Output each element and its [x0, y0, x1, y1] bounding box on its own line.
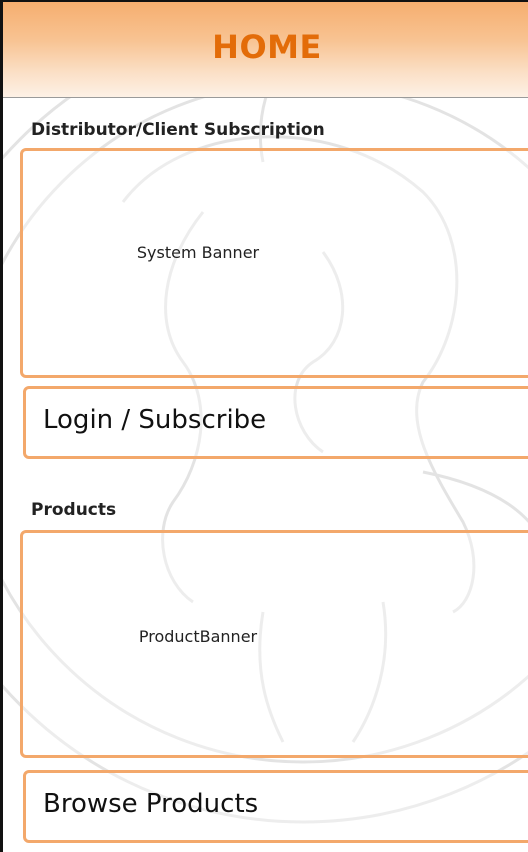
page-title: HOME	[212, 28, 322, 66]
system-banner-label: System Banner	[136, 243, 260, 262]
section-label-subscription: Distributor/Client Subscription	[31, 120, 325, 140]
system-banner: System Banner	[20, 148, 528, 378]
browse-products-button[interactable]: Browse Products	[23, 770, 528, 843]
browse-products-label: Browse Products	[43, 789, 259, 819]
product-banner: ProductBanner	[20, 530, 528, 758]
home-screen: HOME Distributor/Client Subscription Sys…	[0, 0, 528, 852]
product-banner-label: ProductBanner	[138, 627, 258, 646]
section-label-products: Products	[31, 500, 117, 520]
login-subscribe-label: Login / Subscribe	[43, 405, 267, 435]
login-subscribe-button[interactable]: Login / Subscribe	[23, 386, 528, 459]
header-bar: HOME	[3, 2, 528, 98]
